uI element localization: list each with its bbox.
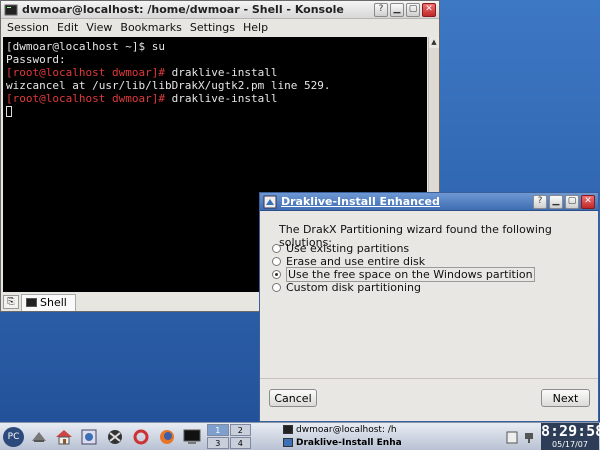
dialog-button-bar: Cancel Next bbox=[260, 378, 598, 421]
option-label: Use the free space on the Windows partit… bbox=[286, 267, 535, 282]
root-prompt: [root@localhost dwmoar]# bbox=[6, 66, 165, 79]
option-label: Custom disk partitioning bbox=[286, 281, 421, 294]
option-existing-partitions[interactable]: Use existing partitions bbox=[272, 242, 535, 255]
task-label: dwmoar@localhost: /h bbox=[296, 424, 397, 435]
command-text: draklive-install bbox=[164, 92, 278, 105]
close-button[interactable]: ✕ bbox=[581, 194, 595, 209]
radio-button[interactable] bbox=[272, 283, 281, 292]
next-button[interactable]: Next bbox=[541, 389, 590, 407]
desktop-pager: 1 2 3 4 bbox=[207, 424, 251, 449]
minimize-button[interactable]: ▁ bbox=[390, 2, 404, 17]
terminal-icon bbox=[26, 297, 37, 307]
task-konsole[interactable]: dwmoar@localhost: /h bbox=[283, 423, 409, 436]
pager-desktop-4[interactable]: 4 bbox=[229, 437, 251, 449]
tab-shell[interactable]: Shell bbox=[21, 293, 76, 311]
home-icon[interactable] bbox=[53, 427, 74, 447]
task-draklive[interactable]: Draklive-Install Enha bbox=[283, 436, 409, 449]
radio-button-selected[interactable] bbox=[272, 270, 281, 279]
terminal-line: [dwmoar@localhost ~]$ su bbox=[6, 40, 165, 53]
network-icon[interactable] bbox=[522, 427, 536, 447]
dialog-titlebar[interactable]: Draklive-Install Enhanced ? ▁ ▢ ✕ bbox=[260, 193, 598, 211]
terminal-line: [root@localhost dwmoar]# draklive-instal… bbox=[6, 66, 424, 79]
option-custom-partitioning[interactable]: Custom disk partitioning bbox=[272, 281, 535, 294]
control-center-icon[interactable] bbox=[78, 427, 99, 447]
terminal-line: [root@localhost dwmoar]# draklive-instal… bbox=[6, 92, 424, 105]
close-button[interactable]: ✕ bbox=[422, 2, 436, 17]
menu-edit[interactable]: Edit bbox=[53, 21, 82, 34]
desktop-icon[interactable] bbox=[28, 427, 49, 447]
start-menu-button[interactable]: PC bbox=[3, 427, 24, 447]
cancel-button[interactable]: Cancel bbox=[269, 389, 317, 407]
pager-desktop-3[interactable]: 3 bbox=[207, 437, 229, 449]
terminal-icon bbox=[283, 425, 293, 434]
update-icon[interactable] bbox=[130, 427, 151, 447]
draklive-dialog[interactable]: Draklive-Install Enhanced ? ▁ ▢ ✕ The Dr… bbox=[259, 192, 599, 422]
maximize-button[interactable]: ▢ bbox=[565, 194, 579, 209]
new-tab-icon[interactable]: ⎘ bbox=[3, 295, 19, 309]
terminal-line: Password: bbox=[6, 53, 66, 66]
option-free-space-windows[interactable]: Use the free space on the Windows partit… bbox=[272, 267, 535, 282]
firefox-icon[interactable] bbox=[156, 427, 177, 447]
taskbar: PC 1 2 3 4 dwmoar@localhost: /h Draklive… bbox=[0, 422, 600, 450]
konsole-title: dwmoar@localhost: /home/dwmoar - Shell -… bbox=[22, 3, 344, 16]
menu-session[interactable]: Session bbox=[3, 21, 53, 34]
radio-button[interactable] bbox=[272, 244, 281, 253]
text-cursor bbox=[6, 106, 12, 117]
dialog-title: Draklive-Install Enhanced bbox=[281, 195, 440, 208]
task-label: Draklive-Install Enha bbox=[296, 437, 402, 448]
terminal-icon bbox=[4, 4, 18, 15]
help-button[interactable]: ? bbox=[533, 194, 547, 209]
tab-label: Shell bbox=[40, 296, 67, 309]
draklive-icon bbox=[263, 195, 277, 208]
command-text: draklive-install bbox=[164, 66, 278, 79]
pager-desktop-2[interactable]: 2 bbox=[229, 424, 251, 436]
radio-button[interactable] bbox=[272, 257, 281, 266]
terminal-cursor-line bbox=[6, 105, 424, 118]
menu-view[interactable]: View bbox=[82, 21, 116, 34]
system-tray-clipboard-icon[interactable] bbox=[505, 427, 519, 447]
partition-options: Use existing partitions Erase and use en… bbox=[272, 242, 535, 294]
menu-bookmarks[interactable]: Bookmarks bbox=[116, 21, 185, 34]
konsole-launcher-icon[interactable] bbox=[181, 427, 202, 447]
tools-icon[interactable] bbox=[104, 427, 125, 447]
terminal-line: wizcancel at /usr/lib/libDrakX/ugtk2.pm … bbox=[6, 79, 331, 92]
clock-time: 8:29:58 bbox=[541, 422, 600, 440]
clock[interactable]: 8:29:58 05/17/07 bbox=[541, 422, 600, 450]
clock-date: 05/17/07 bbox=[552, 440, 588, 449]
draklive-icon bbox=[283, 438, 293, 447]
help-button[interactable]: ? bbox=[374, 2, 388, 17]
menu-settings[interactable]: Settings bbox=[186, 21, 239, 34]
root-prompt: [root@localhost dwmoar]# bbox=[6, 92, 165, 105]
menu-help[interactable]: Help bbox=[239, 21, 272, 34]
konsole-menubar: Session Edit View Bookmarks Settings Hel… bbox=[1, 19, 439, 36]
option-label: Use existing partitions bbox=[286, 242, 410, 255]
scroll-up-icon[interactable]: ▲ bbox=[429, 37, 439, 48]
konsole-titlebar[interactable]: dwmoar@localhost: /home/dwmoar - Shell -… bbox=[1, 1, 439, 19]
minimize-button[interactable]: ▁ bbox=[549, 194, 563, 209]
maximize-button[interactable]: ▢ bbox=[406, 2, 420, 17]
pager-desktop-1[interactable]: 1 bbox=[207, 424, 229, 436]
task-list: dwmoar@localhost: /h Draklive-Install En… bbox=[283, 423, 409, 450]
